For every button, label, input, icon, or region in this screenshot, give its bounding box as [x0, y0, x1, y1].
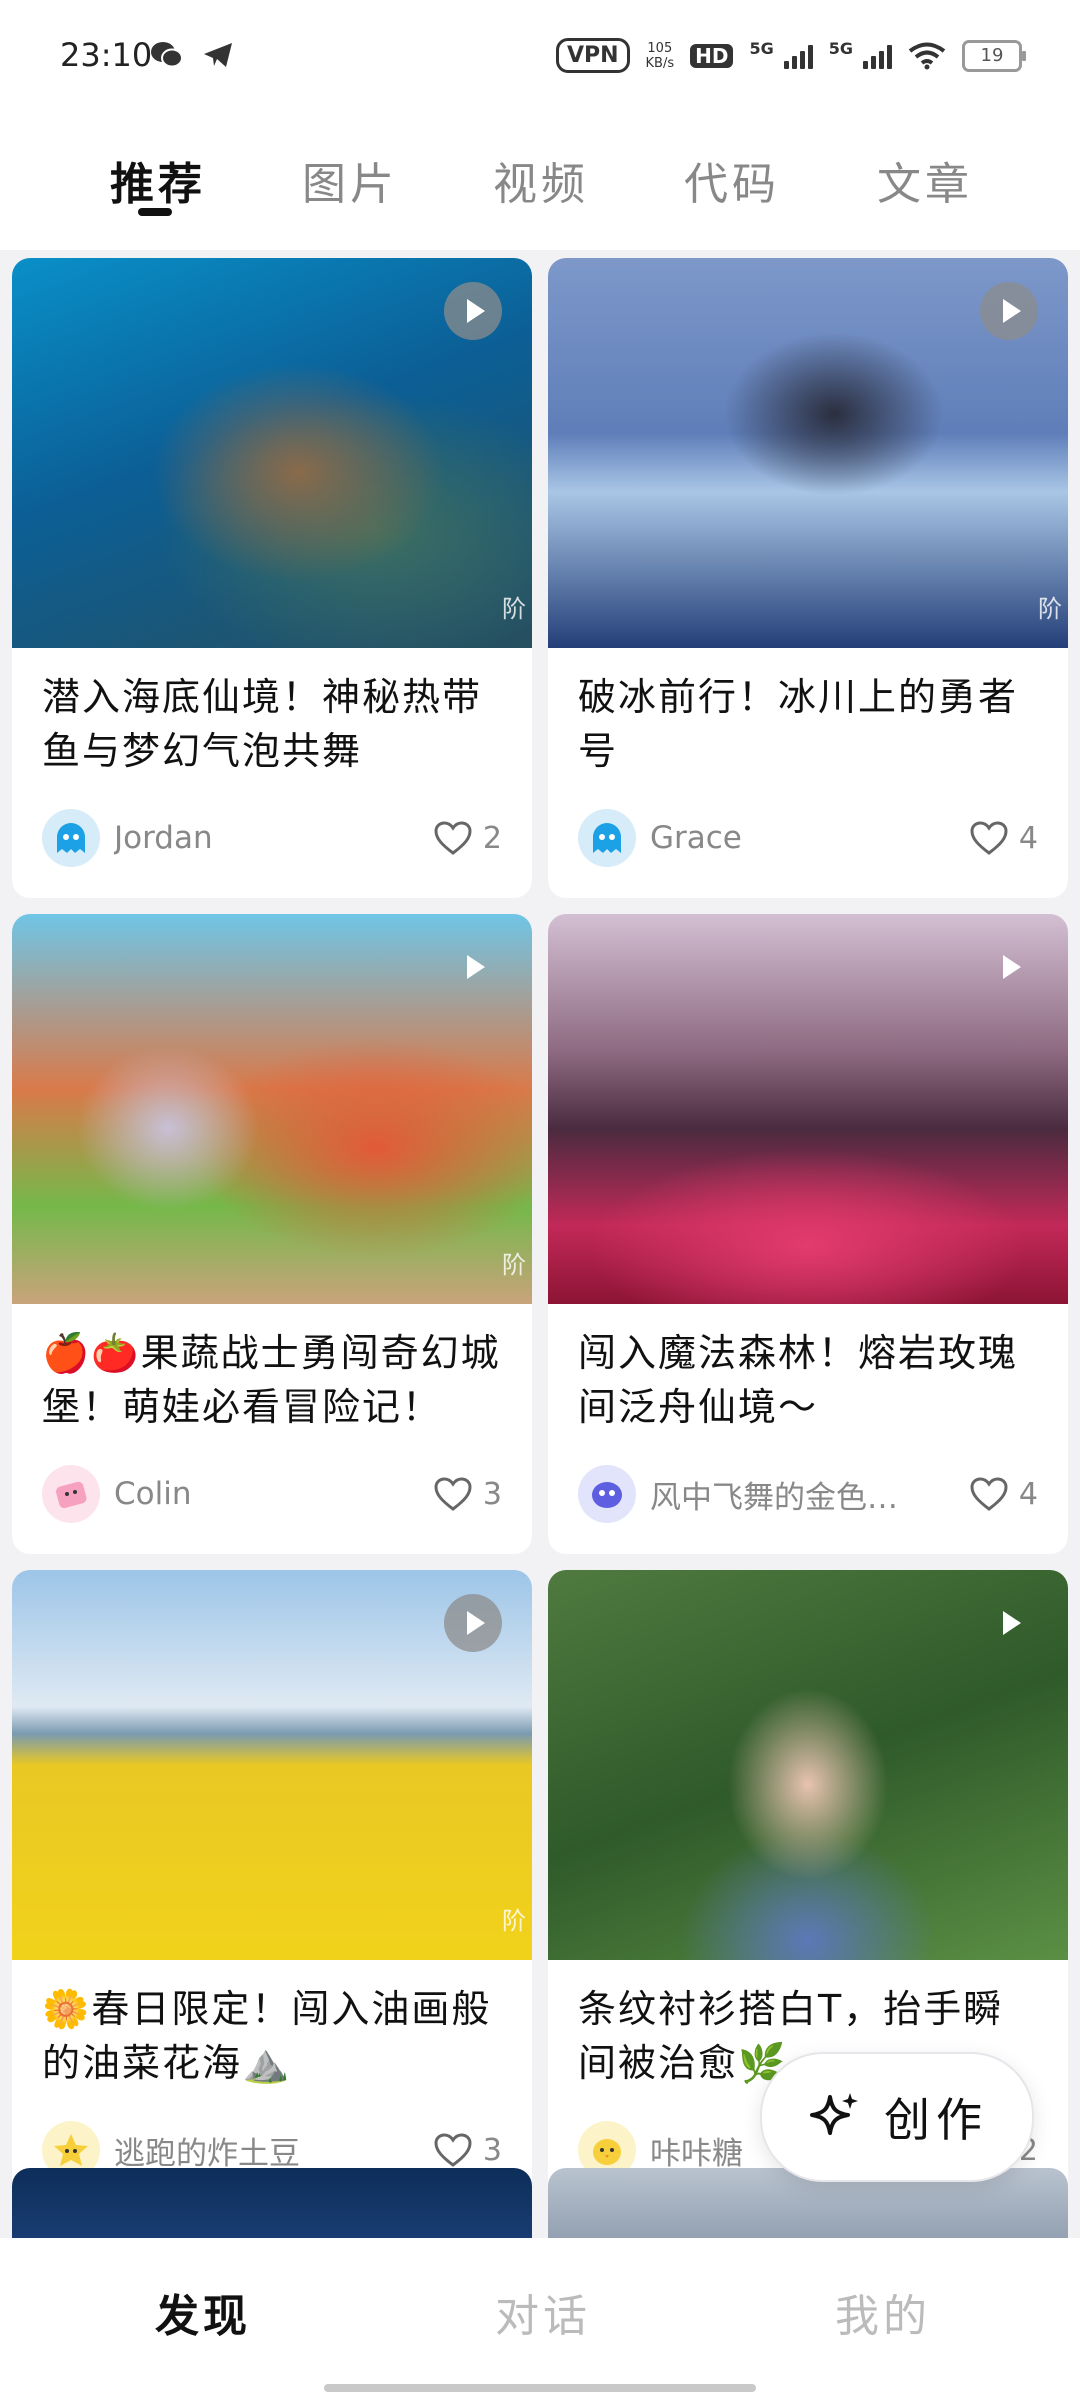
card-footer: Grace 4 — [578, 808, 1038, 868]
wechat-icon — [151, 42, 183, 68]
author-name[interactable]: 风中飞舞的金色… — [650, 1472, 920, 1517]
like-count: 4 — [1018, 820, 1038, 856]
heart-icon — [434, 2133, 472, 2167]
like-count: 3 — [482, 1476, 502, 1512]
signal-icon — [783, 43, 813, 69]
heart-icon — [970, 1477, 1008, 1511]
author-name[interactable]: 逃跑的炸土豆 — [114, 2128, 384, 2173]
thumbnail-watermark: 阶 — [502, 595, 526, 623]
content-feed[interactable]: 阶 潜入海底仙境！神秘热带鱼与梦幻气泡共舞 Jordan 2 阶 破冰前行！冰川… — [12, 258, 1068, 2238]
thumbnail-watermark: 阶 — [502, 1251, 526, 1279]
card-thumbnail[interactable]: 阶 — [12, 258, 532, 648]
play-icon[interactable] — [444, 1594, 502, 1652]
active-tab-indicator — [138, 208, 172, 216]
feed-card-partial[interactable] — [12, 2168, 532, 2238]
tab-videos[interactable]: 视频 — [493, 148, 589, 212]
vpn-badge: VPN — [555, 38, 630, 73]
ghost-avatar-icon — [57, 823, 85, 853]
play-icon[interactable] — [444, 282, 502, 340]
telegram-icon — [204, 43, 232, 67]
card-thumbnail[interactable] — [548, 914, 1068, 1304]
card-footer: 风中飞舞的金色… 4 — [578, 1464, 1038, 1524]
card-thumbnail[interactable]: 阶 — [548, 258, 1068, 648]
avatar[interactable] — [42, 1465, 100, 1523]
status-left-icons — [150, 40, 234, 70]
chick-avatar-icon — [593, 2139, 621, 2165]
author-name[interactable]: Colin — [114, 1476, 384, 1512]
avatar[interactable] — [42, 809, 100, 867]
heart-icon — [970, 821, 1008, 855]
wifi-icon — [908, 42, 946, 69]
like-button[interactable]: 4 — [969, 820, 1038, 856]
like-button[interactable]: 3 — [433, 1476, 502, 1512]
nav-chat[interactable]: 对话 — [495, 2280, 591, 2344]
sim2-label: 5G — [828, 39, 853, 58]
signal-icon — [863, 43, 892, 69]
star-avatar-icon — [54, 2134, 88, 2166]
like-button[interactable]: 2 — [433, 820, 502, 856]
battery-icon: 19 — [962, 39, 1026, 72]
tab-images[interactable]: 图片 — [302, 148, 398, 212]
card-thumbnail[interactable] — [548, 1570, 1068, 1960]
sim1-label: 5G — [749, 39, 774, 58]
play-icon[interactable] — [980, 1594, 1038, 1652]
hd-icon: HD — [690, 43, 734, 68]
ghost-avatar-icon — [593, 823, 621, 853]
create-button[interactable]: 创作 — [760, 2052, 1034, 2182]
nav-discover[interactable]: 发现 — [155, 2280, 251, 2344]
play-icon[interactable] — [444, 938, 502, 996]
card-title[interactable]: 破冰前行！冰川上的勇者号 — [548, 648, 1068, 778]
like-count: 2 — [482, 820, 502, 856]
thumbnail-watermark: 阶 — [502, 1907, 526, 1935]
like-count: 4 — [1018, 1476, 1038, 1512]
like-count: 3 — [482, 2132, 502, 2168]
bottom-navigation: 发现 对话 我的 — [0, 2238, 1080, 2400]
play-icon[interactable] — [980, 282, 1038, 340]
like-button[interactable]: 4 — [969, 1476, 1038, 1512]
feed-card[interactable]: 阶 🍎🍅果蔬战士勇闯奇幻城堡！萌娃必看冒险记！ Colin 3 — [12, 914, 532, 1554]
card-title[interactable]: 🌼春日限定！闯入油画般的油菜花海⛰️ — [12, 1960, 532, 2090]
thumbnail-watermark: 阶 — [1038, 595, 1062, 623]
author-name[interactable]: Jordan — [114, 820, 384, 856]
feed-card[interactable]: 阶 潜入海底仙境！神秘热带鱼与梦幻气泡共舞 Jordan 2 — [12, 258, 532, 898]
category-tabs: 推荐 图片 视频 代码 文章 — [0, 110, 1080, 250]
like-button[interactable]: 3 — [433, 2132, 502, 2168]
pink-eraser-avatar-icon — [56, 1481, 87, 1509]
status-time: 23:10 — [60, 36, 153, 74]
heart-icon — [434, 821, 472, 855]
card-title[interactable]: 🍎🍅果蔬战士勇闯奇幻城堡！萌娃必看冒险记！ — [12, 1304, 532, 1434]
avatar[interactable] — [578, 1465, 636, 1523]
card-thumbnail[interactable]: 阶 — [12, 914, 532, 1304]
card-title[interactable]: 潜入海底仙境！神秘热带鱼与梦幻气泡共舞 — [12, 648, 532, 778]
status-bar: 23:10 VPN 105 KB/s HD 5G 5G 19 — [0, 0, 1080, 110]
status-right-icons: VPN 105 KB/s HD 5G 5G 19 — [555, 38, 1026, 73]
feed-card[interactable]: 阶 破冰前行！冰川上的勇者号 Grace 4 — [548, 258, 1068, 898]
feed-card[interactable]: 阶 🌼春日限定！闯入油画般的油菜花海⛰️ 逃跑的炸土豆 3 — [12, 1570, 532, 2210]
purple-blob-avatar-icon — [592, 1482, 622, 1508]
play-icon[interactable] — [980, 938, 1038, 996]
sparkle-icon — [810, 2093, 858, 2135]
avatar[interactable] — [578, 809, 636, 867]
home-indicator[interactable] — [324, 2384, 756, 2392]
create-button-label: 创作 — [884, 2093, 988, 2147]
author-name[interactable]: Grace — [650, 820, 920, 856]
card-title[interactable]: 闯入魔法森林！熔岩玫瑰间泛舟仙境～ — [548, 1304, 1068, 1434]
network-speed: 105 KB/s — [645, 40, 675, 71]
card-footer: Colin 3 — [42, 1464, 502, 1524]
tab-recommend[interactable]: 推荐 — [110, 148, 206, 212]
card-footer: Jordan 2 — [42, 808, 502, 868]
tab-articles[interactable]: 文章 — [877, 148, 973, 212]
card-thumbnail[interactable]: 阶 — [12, 1570, 532, 1960]
tab-code[interactable]: 代码 — [684, 148, 780, 212]
nav-me[interactable]: 我的 — [835, 2280, 931, 2344]
feed-card[interactable]: 闯入魔法森林！熔岩玫瑰间泛舟仙境～ 风中飞舞的金色… 4 — [548, 914, 1068, 1554]
heart-icon — [434, 1477, 472, 1511]
